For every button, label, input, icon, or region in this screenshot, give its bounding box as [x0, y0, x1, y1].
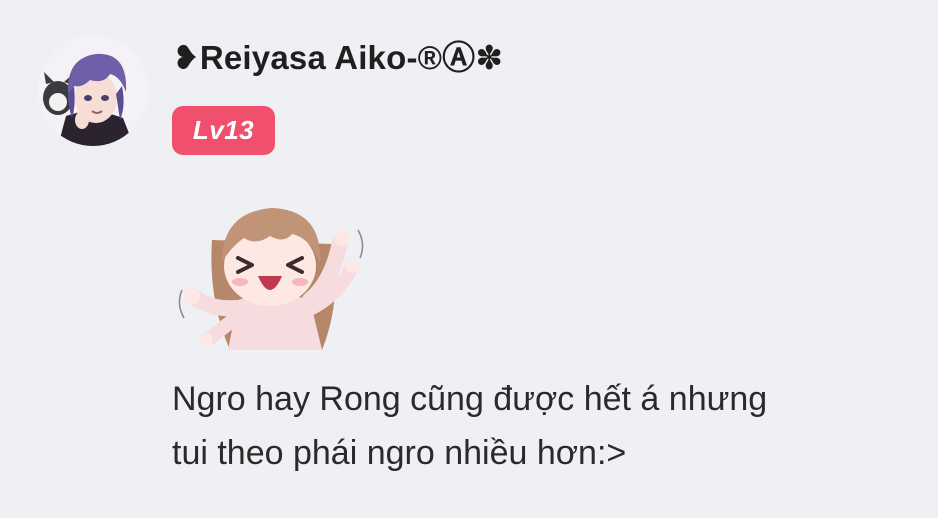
- sticker-image: [172, 200, 372, 352]
- user-avatar[interactable]: [38, 36, 148, 146]
- author-name[interactable]: ❥Reiyasa Aiko-®Ⓐ✽: [172, 31, 503, 79]
- anime-character-avatar-icon: [38, 36, 148, 146]
- message-text: Ngro hay Rong cũng được hết á nhưng tui t…: [172, 372, 912, 480]
- message-line: tui theo phái ngro nhiều hơn:>: [172, 434, 627, 472]
- level-badge: Lv13: [172, 106, 275, 155]
- cheering-anime-girl-sticker-icon: [178, 208, 364, 350]
- message-line: Ngro hay Rong cũng được hết á nhưng: [172, 380, 768, 418]
